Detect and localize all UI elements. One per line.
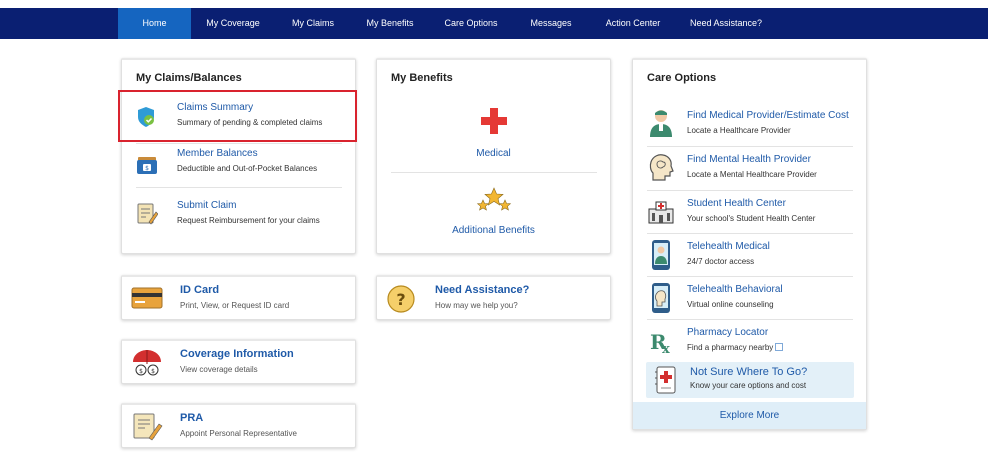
find-medical-provider-link[interactable]: Find Medical Provider/Estimate Cost Loca…: [633, 104, 866, 144]
claims-summary-highlight: [118, 90, 357, 142]
head-brain-icon: [649, 154, 674, 181]
student-health-center-title: Student Health Center: [687, 198, 786, 209]
coverage-information-sub: View coverage details: [180, 365, 258, 374]
external-link-icon: [775, 343, 784, 351]
need-assistance-tile[interactable]: ? Need Assistance? How may we help you?: [376, 275, 611, 320]
credit-card-icon: [131, 287, 163, 309]
svg-text:x: x: [662, 342, 670, 355]
coverage-information-tile[interactable]: $ $ Coverage Information View coverage d…: [121, 339, 356, 384]
divider: [647, 319, 853, 320]
phone-doctor-icon: [652, 240, 670, 270]
top-navigation: Home My Coverage My Claims My Benefits C…: [0, 8, 988, 39]
telehealth-behavioral-sub: Virtual online counseling: [687, 300, 774, 309]
nav-my-claims[interactable]: My Claims: [282, 8, 344, 39]
divider: [136, 143, 342, 144]
telehealth-medical-link[interactable]: Telehealth Medical 24/7 doctor access: [633, 235, 866, 275]
nav-messages[interactable]: Messages: [520, 8, 582, 39]
pra-title: PRA: [180, 412, 204, 424]
svg-text:$: $: [139, 368, 143, 375]
find-medical-provider-sub: Locate a Healthcare Provider: [687, 126, 791, 135]
student-health-center-link[interactable]: Student Health Center Your school's Stud…: [633, 192, 866, 232]
medical-benefit-link[interactable]: Medical: [377, 100, 610, 168]
pharmacy-locator-title: Pharmacy Locator: [687, 327, 769, 338]
nav-my-benefits[interactable]: My Benefits: [358, 8, 422, 39]
additional-benefits-link[interactable]: Additional Benefits: [377, 182, 610, 240]
svg-text:$: $: [145, 165, 149, 172]
member-balances-link[interactable]: $ Member Balances Deductible and Out-of-…: [122, 146, 355, 186]
need-assistance-sub: How may we help you?: [435, 301, 518, 310]
divider: [391, 172, 597, 173]
telehealth-behavioral-link[interactable]: Telehealth Behavioral Virtual online cou…: [633, 278, 866, 318]
divider: [647, 146, 853, 147]
question-mark-icon: ?: [387, 285, 415, 313]
member-balances-sub: Deductible and Out-of-Pocket Balances: [177, 164, 318, 173]
id-card-sub: Print, View, or Request ID card: [180, 301, 290, 310]
medical-cross-icon: [481, 108, 507, 134]
stars-icon: [476, 187, 512, 211]
care-card-title: Care Options: [647, 72, 717, 84]
clipboard-medical-icon: [655, 366, 676, 394]
care-options-card: Care Options Find Medical Provider/Estim…: [632, 58, 867, 430]
submit-claim-title: Submit Claim: [177, 200, 237, 211]
member-balances-title: Member Balances: [177, 148, 258, 159]
find-mental-health-provider-link[interactable]: Find Mental Health Provider Locate a Men…: [633, 148, 866, 188]
nav-action-center[interactable]: Action Center: [596, 8, 670, 39]
find-medical-provider-title: Find Medical Provider/Estimate Cost: [687, 110, 849, 121]
my-benefits-card: My Benefits Medical Additional Benefits: [376, 58, 611, 254]
submit-claim-link[interactable]: Submit Claim Request Reimbursement for y…: [122, 194, 355, 234]
claims-balances-card: My Claims/Balances Claims Summary Summar…: [121, 58, 356, 254]
not-sure-title: Not Sure Where To Go?: [690, 366, 808, 378]
nav-care-options[interactable]: Care Options: [436, 8, 506, 39]
find-mental-health-provider-title: Find Mental Health Provider: [687, 154, 811, 165]
claims-card-title: My Claims/Balances: [136, 72, 242, 84]
additional-benefits-label: Additional Benefits: [452, 225, 535, 236]
umbrella-icon: $ $: [133, 350, 161, 376]
pra-tile[interactable]: PRA Appoint Personal Representative: [121, 403, 356, 448]
id-card-title: ID Card: [180, 284, 220, 296]
wallet-icon: $: [137, 157, 157, 174]
doctor-icon: [650, 110, 672, 137]
divider: [647, 190, 853, 191]
svg-text:$: $: [151, 368, 155, 375]
divider: [647, 276, 853, 277]
telehealth-medical-title: Telehealth Medical: [687, 241, 770, 252]
rx-icon: R x: [650, 330, 670, 355]
need-assistance-title: Need Assistance?: [435, 284, 530, 296]
not-sure-where-to-go-banner[interactable]: Not Sure Where To Go? Know your care opt…: [646, 362, 854, 398]
nav-need-assistance[interactable]: Need Assistance?: [684, 8, 768, 39]
id-card-tile[interactable]: ID Card Print, View, or Request ID card: [121, 275, 356, 320]
telehealth-behavioral-title: Telehealth Behavioral: [687, 284, 783, 295]
pharmacy-locator-sub: Find a pharmacy nearby: [687, 343, 784, 352]
pharmacy-locator-link[interactable]: R x Pharmacy Locator Find a pharmacy nea…: [633, 321, 866, 361]
student-health-center-sub: Your school's Student Health Center: [687, 214, 816, 223]
telehealth-medical-sub: 24/7 doctor access: [687, 257, 755, 266]
hospital-building-icon: [648, 201, 674, 224]
phone-head-icon: [652, 283, 670, 313]
svg-text:?: ?: [396, 290, 405, 309]
find-mental-health-provider-sub: Locate a Mental Healthcare Provider: [687, 170, 817, 179]
explore-more-button[interactable]: Explore More: [633, 402, 866, 429]
pra-sub: Appoint Personal Representative: [180, 429, 297, 438]
nav-home[interactable]: Home: [118, 8, 191, 39]
document-pencil-icon: [133, 413, 163, 441]
divider: [647, 233, 853, 234]
submit-claim-sub: Request Reimbursement for your claims: [177, 216, 320, 225]
benefits-card-title: My Benefits: [391, 72, 453, 84]
nav-my-coverage[interactable]: My Coverage: [196, 8, 270, 39]
form-pencil-icon: [137, 203, 158, 225]
not-sure-sub: Know your care options and cost: [690, 381, 807, 390]
divider: [136, 187, 342, 188]
medical-label: Medical: [476, 148, 511, 159]
coverage-information-title: Coverage Information: [180, 348, 294, 360]
